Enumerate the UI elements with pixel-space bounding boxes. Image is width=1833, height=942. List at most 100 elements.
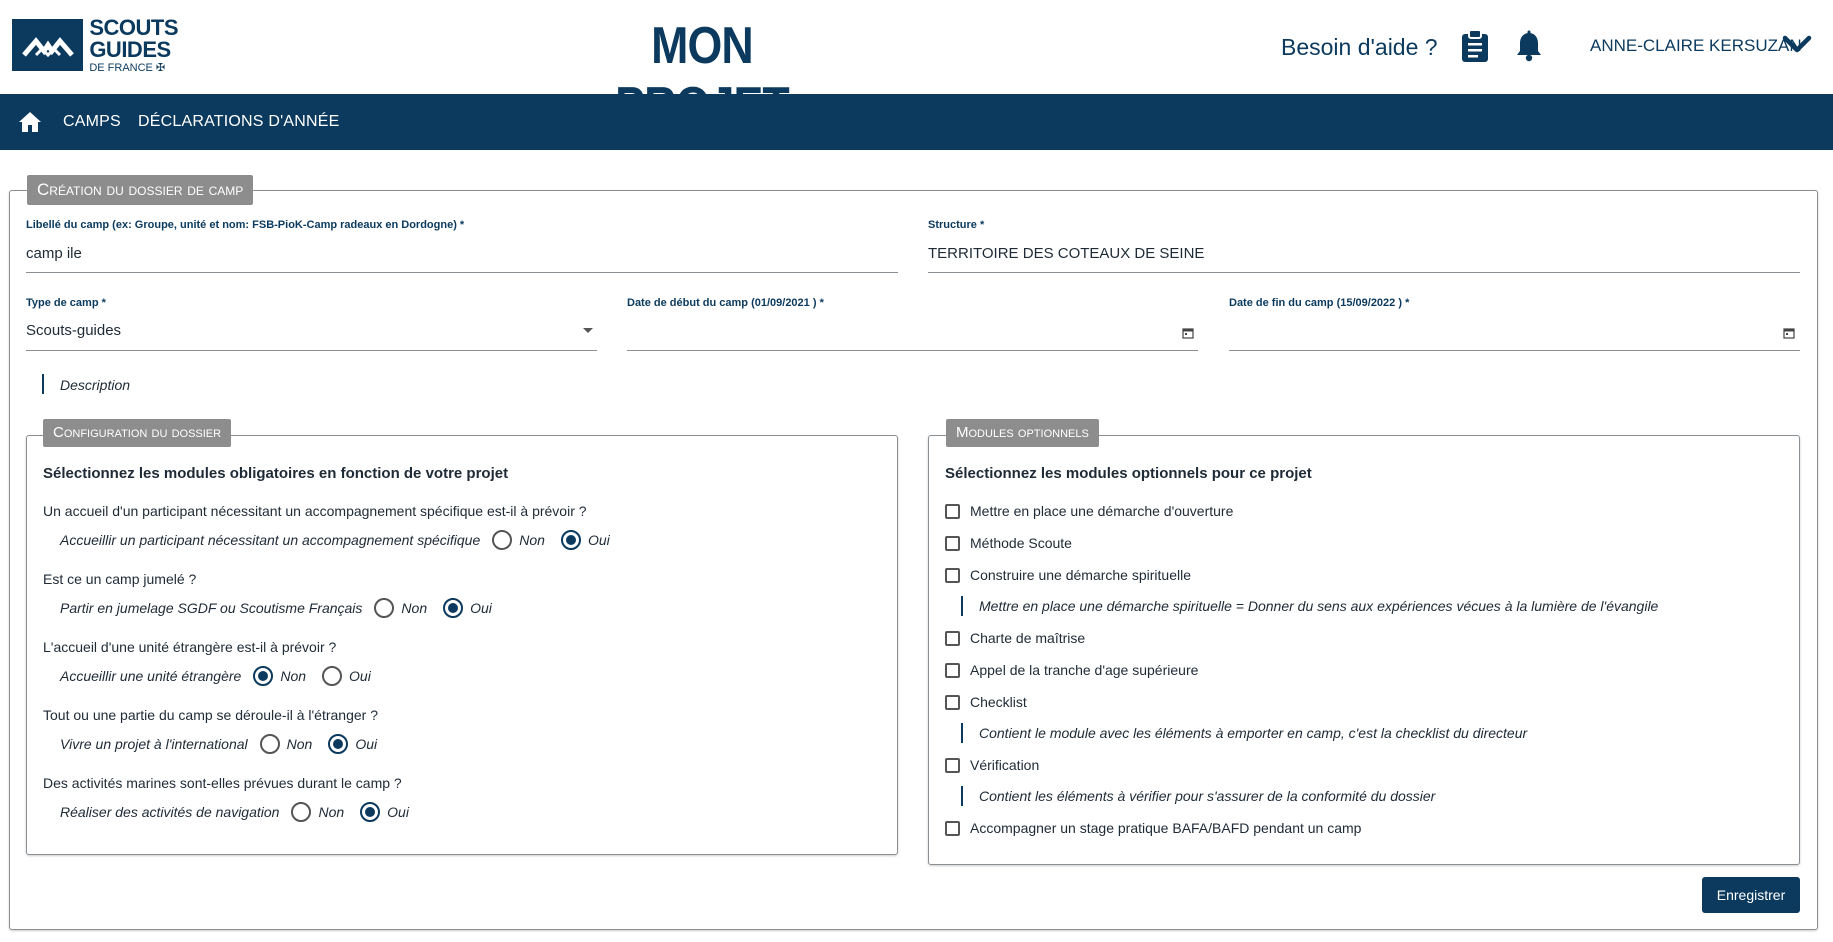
logo-text: SCOUTS GUIDES DE FRANCE ✠ [89, 14, 178, 74]
modules-heading: Sélectionnez les modules optionnels pour… [945, 465, 1312, 482]
radio-non[interactable] [253, 666, 274, 686]
radio-label-non: Non [286, 736, 313, 752]
radio-non[interactable] [374, 598, 395, 618]
module-desc-bar [961, 596, 963, 616]
answer-row-1: Accueillir un participant nécessitant un… [60, 528, 626, 552]
radio-non[interactable] [492, 530, 513, 550]
checkbox[interactable] [945, 503, 960, 519]
logo-line-1: SCOUTS [89, 14, 178, 40]
checkbox[interactable] [945, 630, 960, 646]
libelle-underline [26, 272, 898, 273]
user-name[interactable]: ANNE-CLAIRE KERSUZAN [1590, 36, 1802, 56]
module-label[interactable]: Construire une démarche spirituelle [970, 567, 1191, 583]
module-label[interactable]: Mettre en place une démarche d'ouverture [970, 503, 1233, 519]
module-description: Contient les éléments à vérifier pour s'… [979, 788, 1436, 804]
module-label[interactable]: Charte de maîtrise [970, 630, 1085, 646]
module-label[interactable]: Méthode Scoute [970, 535, 1072, 551]
radio-label-oui: Oui [470, 600, 492, 616]
camp-form-legend: Création du dossier de camp [27, 175, 254, 205]
answer-row-5: Réaliser des activités de navigation Non… [60, 800, 425, 824]
radio-label-oui: Oui [387, 804, 409, 820]
help-link[interactable]: Besoin d'aide ? [1281, 34, 1438, 61]
module-description: Contient le module avec les éléments à e… [979, 725, 1528, 741]
radio-non[interactable] [259, 734, 280, 754]
question-3: L'accueil d'une unité étrangère est-il à… [43, 639, 337, 655]
radio-oui[interactable] [328, 734, 349, 754]
libelle-label: Libellé du camp (ex: Groupe, unité et no… [26, 219, 465, 231]
radio-label-oui: Oui [587, 532, 610, 548]
radio-label-non: Non [519, 532, 545, 548]
module-item: Construire une démarche spirituelle [945, 565, 1191, 585]
date-fin-label: Date de fin du camp (15/09/2022 ) * [1229, 297, 1410, 309]
question-2: Est ce un camp jumelé ? [43, 571, 197, 587]
structure-underline [928, 272, 1800, 273]
date-fin-underline [1229, 350, 1800, 351]
module-item: Méthode Scoute [945, 533, 1072, 553]
module-item: Accompagner un stage pratique BAFA/BAFD … [945, 818, 1361, 838]
module-item: Charte de maîtrise [945, 628, 1085, 648]
radio-label-non: Non [318, 804, 345, 820]
radio-oui[interactable] [360, 802, 381, 822]
date-debut-underline [627, 350, 1198, 351]
answer-label: Accueillir un participant nécessitant un… [60, 532, 481, 548]
calendar-icon[interactable] [1182, 326, 1194, 339]
checkbox[interactable] [945, 757, 960, 773]
checkbox[interactable] [945, 820, 960, 836]
answer-row-2: Partir en jumelage SGDF ou Scoutisme Fra… [60, 596, 508, 620]
date-debut-label: Date de début du camp (01/09/2021 ) * [627, 297, 824, 309]
answer-label: Vivre un projet à l'international [60, 736, 248, 752]
type-underline [26, 350, 597, 351]
module-item: Vérification [945, 755, 1039, 775]
dropdown-arrow-icon[interactable] [583, 328, 593, 333]
module-label[interactable]: Checklist [970, 694, 1027, 710]
clipboard-icon[interactable] [1460, 29, 1490, 63]
description-bar [42, 374, 44, 394]
bell-icon[interactable] [1514, 30, 1544, 62]
libelle-input[interactable]: camp ile [26, 245, 82, 262]
configuration-legend: Configuration du dossier [43, 419, 232, 447]
radio-label-oui: Oui [355, 736, 378, 752]
answer-label: Réaliser des activités de navigation [60, 804, 280, 820]
module-label[interactable]: Accompagner un stage pratique BAFA/BAFD … [970, 820, 1361, 836]
radio-non[interactable] [291, 802, 312, 822]
logo-line-3: DE FRANCE ✠ [89, 61, 166, 74]
radio-oui[interactable] [322, 666, 343, 686]
save-button[interactable]: Enregistrer [1702, 877, 1800, 913]
type-select[interactable]: Scouts-guides [26, 322, 121, 339]
answer-row-4: Vivre un projet à l'international Non Ou… [60, 732, 393, 756]
radio-label-oui: Oui [349, 668, 371, 684]
configuration-heading: Sélectionnez les modules obligatoires en… [43, 465, 509, 482]
radio-oui[interactable] [560, 530, 581, 550]
top-header: SCOUTS GUIDES DE FRANCE ✠ MON PROJET Bes… [0, 0, 1833, 135]
answer-label: Partir en jumelage SGDF ou Scoutisme Fra… [60, 600, 363, 616]
nav-item-declarations[interactable]: DÉCLARATIONS D'ANNÉE [138, 113, 339, 131]
module-label[interactable]: Vérification [970, 757, 1039, 773]
question-1: Un accueil d'un participant nécessitant … [43, 503, 587, 519]
module-item: Mettre en place une démarche d'ouverture [945, 501, 1233, 521]
scouts-guides-logo[interactable]: SCOUTS GUIDES DE FRANCE ✠ [12, 14, 178, 74]
module-item: Checklist [945, 692, 1027, 712]
main-navbar: CAMPS DÉCLARATIONS D'ANNÉE [0, 94, 1833, 150]
checkbox[interactable] [945, 535, 960, 551]
type-label: Type de camp * [26, 297, 106, 309]
module-item: Appel de la tranche d'age supérieure [945, 660, 1198, 680]
checkbox[interactable] [945, 662, 960, 678]
nav-item-camps[interactable]: CAMPS [63, 113, 121, 131]
logo-line-2: GUIDES [89, 36, 171, 62]
chevron-down-icon[interactable] [1782, 32, 1812, 56]
radio-label-non: Non [401, 600, 428, 616]
structure-input[interactable]: TERRITOIRE DES COTEAUX DE SEINE [928, 245, 1204, 262]
module-desc-bar [961, 786, 963, 806]
radio-label-non: Non [280, 668, 307, 684]
question-5: Des activités marines sont-elles prévues… [43, 775, 402, 791]
calendar-icon[interactable] [1783, 326, 1795, 339]
description-field[interactable]: Description [60, 377, 130, 393]
module-label[interactable]: Appel de la tranche d'age supérieure [970, 662, 1198, 678]
logo-mark-icon [12, 19, 84, 71]
home-icon[interactable] [18, 111, 42, 133]
checkbox[interactable] [945, 567, 960, 583]
module-desc-bar [961, 723, 963, 743]
checkbox[interactable] [945, 694, 960, 710]
question-4: Tout ou une partie du camp se déroule-il… [43, 707, 378, 723]
radio-oui[interactable] [443, 598, 464, 618]
